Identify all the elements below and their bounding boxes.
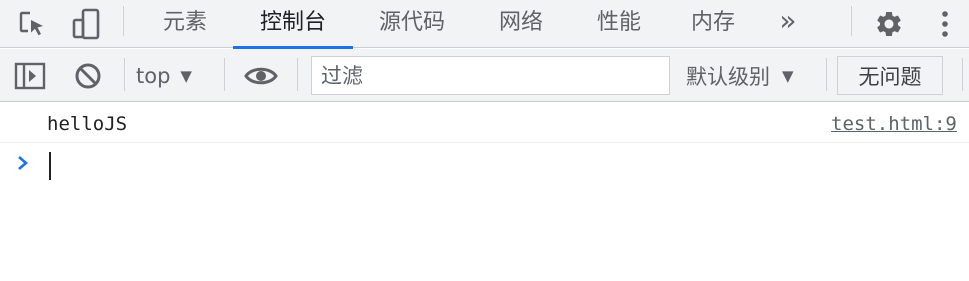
gear-icon[interactable] xyxy=(871,0,907,48)
context-selector-value: top xyxy=(136,63,171,88)
tab-elements[interactable]: 元素 xyxy=(152,0,218,48)
clear-console-icon[interactable] xyxy=(70,49,106,102)
source-link[interactable]: test.html:9 xyxy=(831,103,957,146)
dropdown-caret-icon: ▼ xyxy=(782,66,794,85)
more-tabs-button[interactable]: » xyxy=(770,0,806,48)
device-toolbar-icon[interactable] xyxy=(68,0,104,48)
console-message-text: helloJS xyxy=(47,113,128,135)
tab-performance[interactable]: 性能 xyxy=(586,0,652,48)
issues-button[interactable]: 无问题 xyxy=(837,56,943,95)
sidebar-toggle-icon[interactable] xyxy=(12,49,48,102)
tab-memory[interactable]: 内存 xyxy=(680,0,746,48)
toolbar-divider xyxy=(826,58,827,91)
console-output[interactable]: helloJS test.html:9 xyxy=(0,103,969,281)
dropdown-caret-icon: ▼ xyxy=(180,66,192,85)
toolbar-divider xyxy=(224,58,225,91)
toolbar-divider xyxy=(123,6,124,36)
context-selector[interactable]: top ▼ xyxy=(136,49,192,102)
console-toolbar: top ▼ 默认级别 ▼ 无问题 xyxy=(0,49,969,102)
chevron-right-icon xyxy=(18,156,28,170)
toolbar-divider xyxy=(297,58,298,91)
toolbar-divider xyxy=(962,58,963,91)
log-level-label: 默认级别 xyxy=(686,64,770,89)
console-prompt-cursor[interactable] xyxy=(49,152,51,180)
toolbar-divider xyxy=(124,58,125,91)
inspect-element-icon[interactable] xyxy=(14,0,50,48)
devtools-tabbar: 元素 控制台 源代码 网络 性能 内存 » xyxy=(0,0,969,49)
more-vertical-icon[interactable] xyxy=(931,0,959,48)
eye-icon[interactable] xyxy=(241,49,281,102)
log-level-selector[interactable]: 默认级别 ▼ xyxy=(686,49,794,102)
tab-sources[interactable]: 源代码 xyxy=(368,0,456,48)
tab-console[interactable]: 控制台 xyxy=(233,0,353,49)
filter-input[interactable] xyxy=(311,56,670,95)
toolbar-divider xyxy=(851,6,852,36)
tab-network[interactable]: 网络 xyxy=(488,0,554,48)
console-message-row: helloJS test.html:9 xyxy=(0,103,969,143)
